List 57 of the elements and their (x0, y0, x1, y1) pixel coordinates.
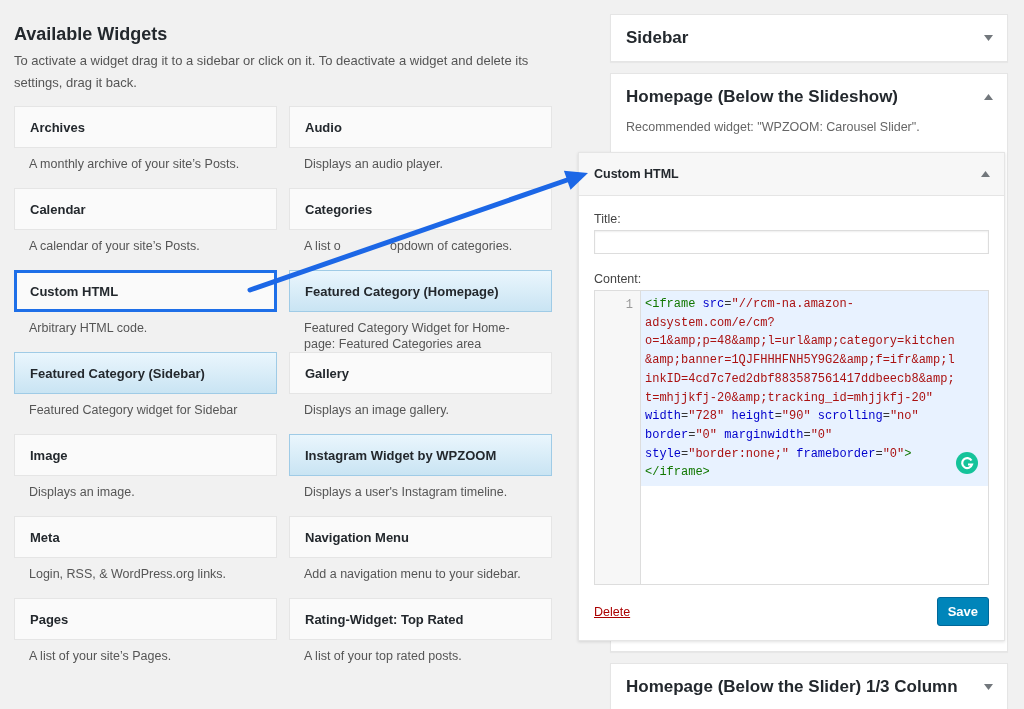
widget-description: Displays a user's Instagram timeline. (303, 484, 509, 500)
widget-description: A list o (304, 239, 341, 253)
widget-item[interactable]: Archives (14, 106, 277, 148)
code-line: </iframe> (645, 464, 710, 482)
sidebar-title[interactable]: Homepage (Below the Slideshow) (626, 87, 899, 107)
widget-description: A calendar of your site’s Posts. (28, 238, 201, 254)
widget-item[interactable]: Audio (289, 106, 552, 148)
field-label: Content: (594, 272, 643, 286)
code-line: &amp;banner=1QJFHHHFNH5Y9G2&amp;f=ifr&amp;l (645, 352, 955, 370)
code-line: o=1&amp;p=48&amp;l=url&amp;category=kitchen (645, 333, 955, 351)
widget-description: opdown of categories. (390, 239, 513, 253)
widget-item[interactable]: Instagram Widget by WPZOOM (289, 434, 552, 476)
code-line: width="728" height="90" scrolling="no" (645, 408, 919, 426)
code-line: <iframe src="//rcm-na.amazon- (645, 296, 854, 313)
code-line: t=mhjjkfj-20&amp;tracking_id=mhjjkfj-20" (645, 389, 934, 407)
code-line: inkID=4cd7c7ed2dbf883587561417ddbeecb8&amp; (645, 370, 955, 388)
field-label: Title: (594, 212, 622, 226)
grammar-check-icon[interactable] (956, 452, 978, 474)
section-title: Available Widgets (14, 24, 169, 45)
collapse-caret-icon[interactable] (984, 94, 993, 100)
collapse-caret-icon[interactable] (981, 171, 990, 177)
sidebar-title[interactable]: Sidebar (626, 28, 689, 48)
title-field[interactable] (594, 230, 989, 254)
widget-description: Displays an audio player. (303, 156, 444, 172)
widget-title[interactable]: Custom HTML (594, 167, 679, 181)
widget-item[interactable]: Pages (14, 598, 277, 640)
widget-description: Add a navigation menu to your sidebar. (303, 566, 522, 582)
widget-item[interactable]: Image (14, 434, 277, 476)
code-line: style="border:none;" frameborder="0"> (645, 445, 912, 463)
widget-item[interactable]: Featured Category (Sidebar) (14, 352, 277, 394)
sidebar-description: Recommended widget: "WPZOOM: Carousel Slider". (625, 120, 921, 136)
widget-item[interactable]: Meta (14, 516, 277, 558)
widget-item[interactable]: Categories (289, 188, 552, 230)
section-description: To activate a widget drag it to a sidebar or click on it. To deactivate a widget and delete its settings, drag it back. (14, 52, 530, 92)
widget-description: Featured Category widget for Sidebar (28, 402, 239, 418)
widget-item[interactable]: Gallery (289, 352, 552, 394)
widget-description: A list of your site’s Pages. (28, 648, 173, 664)
widget-item[interactable]: Custom HTML (14, 270, 277, 312)
expand-caret-icon[interactable] (984, 35, 993, 41)
code-editor[interactable] (594, 290, 989, 585)
widget-item[interactable]: Featured Category (Homepage) (289, 270, 552, 312)
widget-item[interactable]: Calendar (14, 188, 277, 230)
code-line: adsystem.com/e/cm? (645, 314, 775, 332)
widget-description: Featured Category Widget for Home-page: Featured Categories area (303, 320, 511, 352)
code-line: border="0" marginwidth="0" (645, 426, 833, 444)
expand-caret-icon[interactable] (984, 684, 993, 690)
widget-description: Displays an image gallery. (303, 402, 450, 418)
save-button[interactable]: Save (936, 597, 989, 626)
widget-description: A list of your top rated posts. (303, 648, 463, 664)
line-number: 1 (624, 297, 634, 314)
widget-item[interactable]: Rating-Widget: Top Rated (289, 598, 552, 640)
widget-description: Login, RSS, & WordPress.org links. (28, 566, 228, 582)
widget-item[interactable]: Navigation Menu (289, 516, 552, 558)
widget-description: A monthly archive of your site’s Posts. (28, 156, 241, 172)
widget-description: Arbitrary HTML code. (28, 320, 149, 336)
delete-link[interactable]: Delete (594, 604, 631, 619)
widget-description: Displays an image. (28, 484, 136, 500)
